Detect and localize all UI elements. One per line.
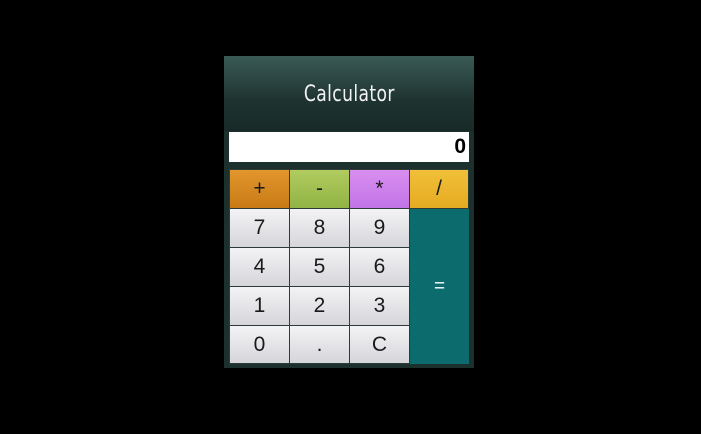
multiply-button[interactable]: *	[349, 169, 410, 209]
calculator: Calculator 0 + - * / 7 8 9 4 5 6 1 2 3 0…	[224, 56, 474, 368]
calculator-header: Calculator	[224, 56, 474, 131]
clear-button[interactable]: C	[349, 325, 410, 364]
digit-0-button[interactable]: 0	[229, 325, 290, 364]
add-button[interactable]: +	[229, 169, 290, 209]
subtract-button[interactable]: -	[289, 169, 350, 209]
digit-3-button[interactable]: 3	[349, 286, 410, 326]
decimal-button[interactable]: .	[289, 325, 350, 364]
divide-button[interactable]: /	[409, 169, 469, 209]
digit-4-button[interactable]: 4	[229, 247, 290, 287]
equals-button[interactable]: =	[410, 209, 469, 364]
digit-1-button[interactable]: 1	[229, 286, 290, 326]
keypad: + - * / 7 8 9 4 5 6 1 2 3 0 . C =	[229, 169, 469, 364]
digit-6-button[interactable]: 6	[349, 247, 410, 287]
digit-8-button[interactable]: 8	[289, 208, 350, 248]
calculator-title: Calculator	[303, 82, 395, 107]
calculator-display: 0	[229, 132, 469, 162]
digit-9-button[interactable]: 9	[349, 208, 410, 248]
digit-5-button[interactable]: 5	[289, 247, 350, 287]
digit-7-button[interactable]: 7	[229, 208, 290, 248]
digit-2-button[interactable]: 2	[289, 286, 350, 326]
